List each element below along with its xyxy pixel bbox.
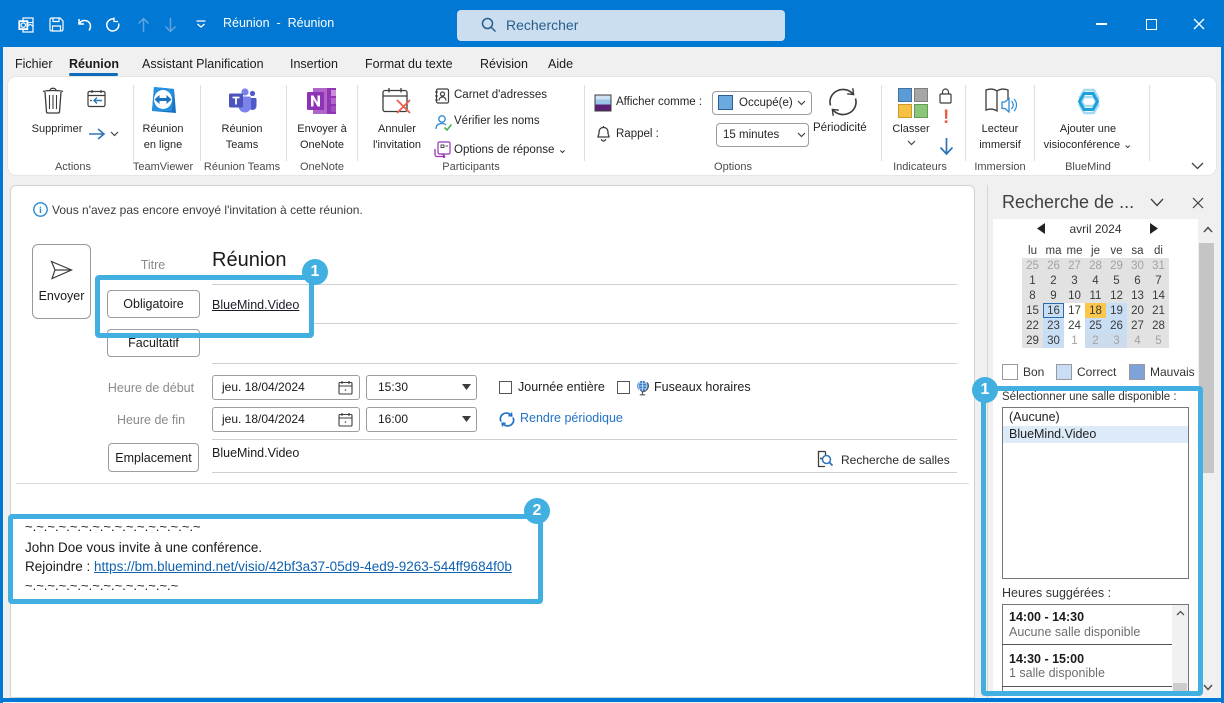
svg-text:i: i [39,206,42,216]
